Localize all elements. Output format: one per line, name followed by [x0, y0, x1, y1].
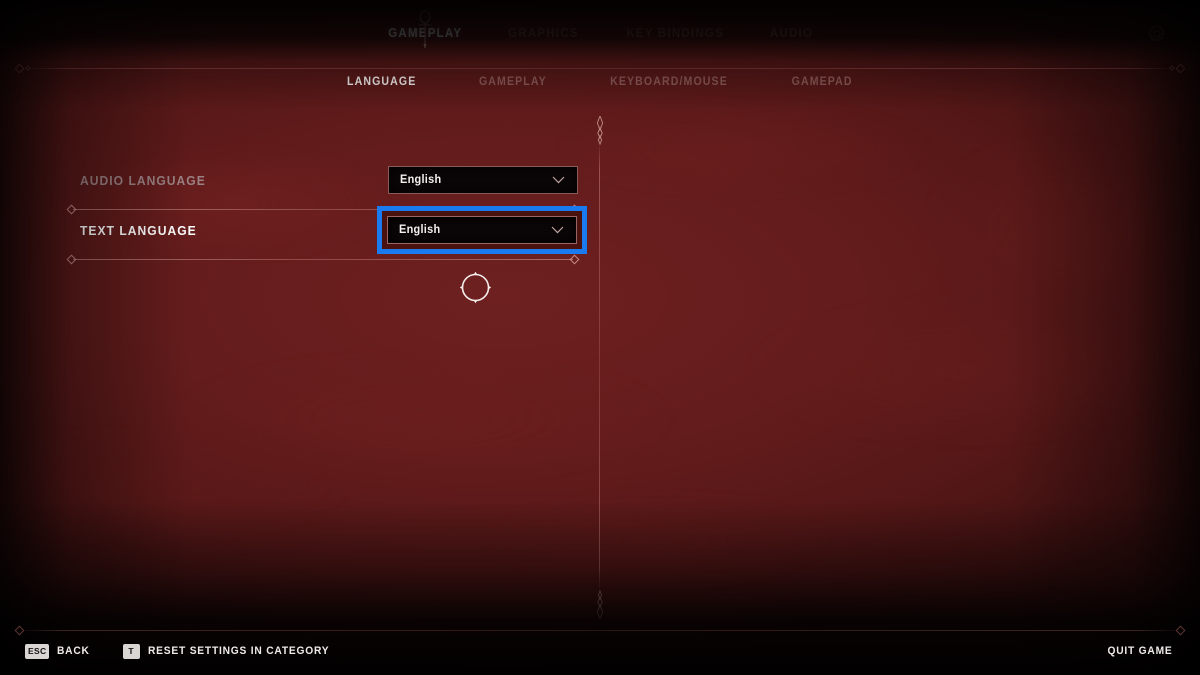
hint-label: BACK	[57, 645, 91, 657]
footer-divider	[0, 625, 1200, 635]
footer-bar: ESC BACK T RESET SETTINGS IN CATEGORY QU…	[0, 637, 1200, 665]
divider-diamond-right	[1175, 625, 1186, 635]
hint-label: RESET SETTINGS IN CATEGORY	[147, 645, 329, 657]
hint-back[interactable]: ESC BACK	[25, 643, 93, 659]
key-badge: ESC	[25, 643, 50, 659]
divider-line	[18, 630, 1182, 631]
screen-vignette	[0, 0, 1200, 675]
footer-actions: QUIT GAME	[1105, 637, 1175, 665]
hint-reset-settings[interactable]: T RESET SETTINGS IN CATEGORY	[122, 643, 343, 659]
quit-game-button[interactable]: QUIT GAME	[1107, 645, 1172, 657]
footer-hints: ESC BACK T RESET SETTINGS IN CATEGORY	[25, 637, 343, 665]
divider-diamond-left	[14, 625, 25, 635]
game-settings-screen: GAMEPLAY GRAPHICS KEY BINDINGS AUDIO LAN…	[0, 0, 1200, 675]
key-badge: T	[122, 643, 140, 659]
